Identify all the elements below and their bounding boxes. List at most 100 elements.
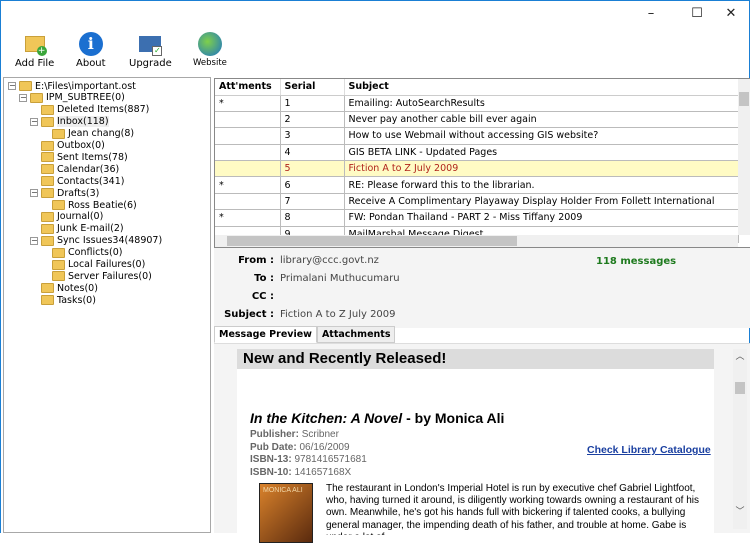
tree-item-label: Journal(0) [57,211,104,223]
subject-cell: GIS BETA LINK - Updated Pages [344,144,739,162]
col-attachments[interactable]: Att'ments [215,79,281,96]
toolbar: + Add File i About ✓ Upgrade Website [1,29,749,75]
pubdate-value: 06/16/2009 [299,441,350,453]
tree-item[interactable]: Outbox(0) [41,140,105,152]
isbn10-value: 141657168X [294,466,352,478]
table-row[interactable]: 2 Never pay another cable bill ever again [215,111,739,129]
table-row[interactable]: 5 Fiction A to Z July 2009 [215,160,739,178]
table-row[interactable]: 7 Receive A Complimentary Playaway Displa… [215,193,739,211]
attachment-cell [215,144,281,162]
collapse-toggle[interactable]: − [19,93,27,102]
book-description: The restaurant in London's Imperial Hote… [326,483,699,535]
attachment-cell: * [215,95,281,112]
folder-icon [19,81,32,91]
folder-icon [41,104,54,115]
attachment-cell [215,111,281,129]
attachment-cell [215,127,281,145]
horizontal-scrollbar[interactable] [215,235,738,247]
tree-item-label: Conflicts(0) [68,247,123,259]
tree-item-label: Deleted Items(887) [57,104,150,116]
to-label: To : [254,273,274,284]
tab-message-preview[interactable]: Message Preview [214,326,317,343]
tree-item[interactable]: Server Failures(0) [52,270,152,282]
tree-item[interactable]: Sent Items(78) [41,151,128,163]
check-catalogue-link[interactable]: Check Library Catalogue [587,444,711,456]
subject-cell: Receive A Complimentary Playaway Display… [344,193,739,211]
tree-item[interactable]: − Sync Issues34(48907) [30,235,162,247]
vertical-scrollbar[interactable] [738,79,750,235]
tree-item[interactable]: − Inbox(118) [30,116,109,128]
add-file-label: Add File [15,58,55,69]
tree-item[interactable]: Contacts(341) [41,175,124,187]
col-serial[interactable]: Serial [280,79,345,96]
tree-item-label: Local Failures(0) [68,259,146,270]
collapse-toggle[interactable]: − [30,117,38,126]
tree-item[interactable]: − Drafts(3) [30,187,99,199]
table-row[interactable]: * 6 RE: Please forward this to the librari… [215,176,739,194]
subject-cell: Never pay another cable bill ever again [344,111,739,129]
tree-item-label: E:\Files\important.ost [35,80,136,92]
tree-item[interactable]: Conflicts(0) [52,247,122,259]
add-file-button[interactable]: + Add File [15,32,54,69]
message-header: From : library@ccc.govt.nz 118 messages … [214,248,750,328]
tree-item[interactable]: − IPM_SUBTREE(0) [19,92,125,104]
website-button[interactable]: Website [193,32,227,68]
subject-cell: RE: Please forward this to the librarian… [344,176,739,194]
folder-icon [52,271,65,282]
preview-tabs: Message Preview Attachments [214,326,396,343]
tree-item[interactable]: Notes(0) [41,282,98,294]
folder-icon [30,92,43,103]
app-window: – ☐ ✕ + Add File i About ✓ Upgrade Websi… [0,0,750,543]
from-label: From : [238,255,274,266]
tree-item-label: Jean chang(8) [68,128,135,140]
folder-icon [52,200,65,210]
tree-item[interactable]: Local Failures(0) [52,259,145,271]
from-value: library@ccc.govt.nz [280,255,379,266]
collapse-toggle[interactable]: − [30,189,38,198]
globe-icon [197,32,222,56]
subject-cell: Emailing: AutoSearchResults [344,95,739,112]
tree-item[interactable]: Calendar(36) [41,163,119,175]
attachment-cell [215,193,281,211]
close-button[interactable]: ✕ [711,1,750,25]
message-preview: New and Recently Released! In the Kitche… [214,343,750,543]
publisher-value: Scribner [301,429,339,440]
banner-heading: New and Recently Released! [237,349,714,369]
table-row[interactable]: * 8 FW: Pondan Thailand - PART 2 - Miss Ti… [215,209,739,227]
attachment-cell: * [215,209,281,227]
tree-item[interactable]: Ross Beatie(6) [52,199,137,211]
tree-item[interactable]: − E:\Files\important.ost [8,80,136,92]
collapse-toggle[interactable]: − [8,82,16,90]
tree-item[interactable]: Jean chang(8) [52,128,134,140]
collapse-toggle[interactable]: − [30,236,38,245]
serial-cell: 5 [280,160,345,178]
tree-item[interactable]: Tasks(0) [41,294,96,306]
folder-icon [41,188,54,199]
folder-icon [41,211,54,222]
website-label: Website [193,58,227,68]
tree-item[interactable]: Junk E-mail(2) [41,223,124,235]
cc-label: CC : [251,291,274,302]
subject-label: Subject : [224,309,274,320]
tree-item-label: Sync Issues34(48907) [57,235,163,247]
table-row[interactable]: * 1 Emailing: AutoSearchResults [215,95,739,112]
tree-item[interactable]: Deleted Items(887) [41,104,149,116]
info-icon: i [78,32,103,56]
about-label: About [76,58,106,69]
upgrade-button[interactable]: ✓ Upgrade [129,32,172,69]
table-row[interactable]: 3 How to use Webmail without accessing GI… [215,127,739,145]
table-row[interactable]: 4 GIS BETA LINK - Updated Pages [215,144,739,162]
folder-icon [41,176,54,187]
isbn13-label: ISBN-13: [250,454,292,465]
pubdate-label: Pub Date: [250,441,297,453]
tree-item-label: Junk E-mail(2) [57,223,124,235]
serial-cell: 4 [280,144,345,162]
tab-attachments[interactable]: Attachments [316,326,396,343]
col-subject[interactable]: Subject [344,79,739,96]
tree-item[interactable]: Journal(0) [41,211,103,223]
tree-item-label: Contacts(341) [57,175,125,187]
minimize-button[interactable]: – [631,1,671,25]
book-cover-image: MONICA ALI [259,483,313,543]
preview-scrollbar[interactable]: ︿ ﹀ [733,349,747,529]
about-button[interactable]: i About [76,32,106,69]
